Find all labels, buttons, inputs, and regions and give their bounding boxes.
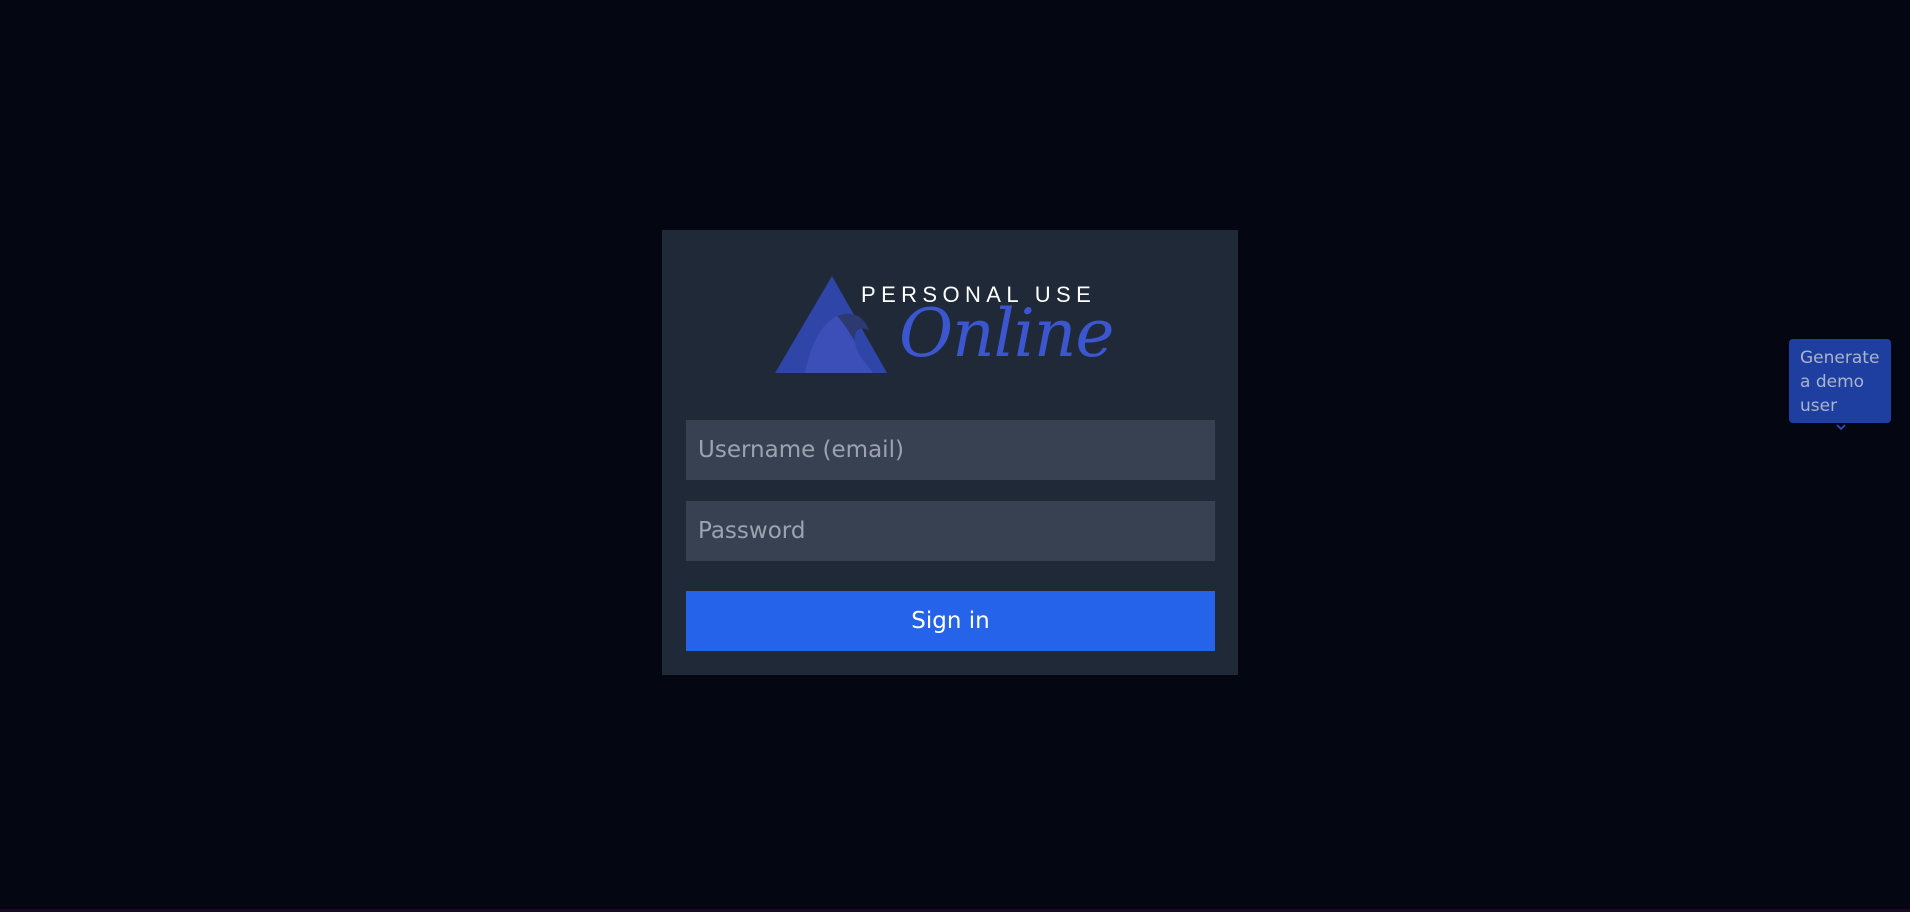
password-input[interactable] bbox=[686, 501, 1215, 561]
generate-demo-user-label: Generate a demo user bbox=[1800, 348, 1880, 416]
login-card: PERSONAL USE Online Sign in bbox=[662, 230, 1238, 675]
logo: PERSONAL USE Online bbox=[775, 276, 1135, 380]
chevron-down-icon bbox=[1836, 424, 1846, 431]
username-input[interactable] bbox=[686, 420, 1215, 480]
sign-in-button[interactable]: Sign in bbox=[686, 591, 1215, 651]
logo-script-text: Online bbox=[899, 295, 1114, 372]
generate-demo-user-button[interactable]: Generate a demo user bbox=[1789, 339, 1891, 423]
